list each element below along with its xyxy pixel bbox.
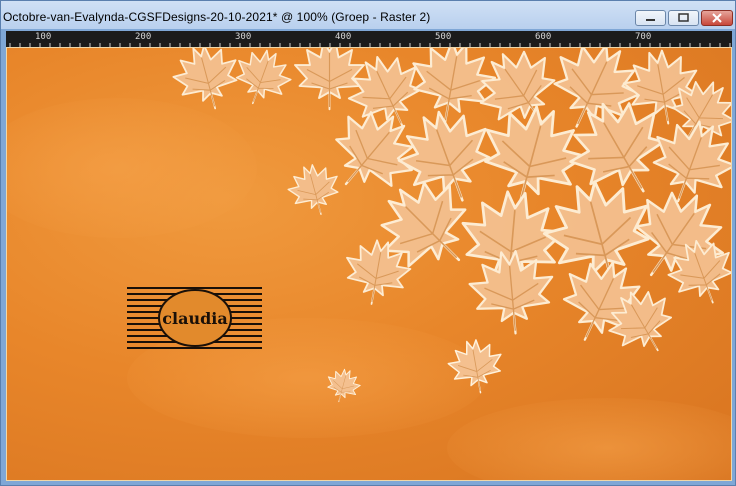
- maximize-icon: [678, 13, 689, 22]
- image-window: Octobre-van-Evalynda-CGSFDesigns-20-10-2…: [0, 0, 736, 486]
- watermark-text: claudia: [162, 309, 227, 328]
- close-icon: [712, 13, 722, 23]
- ruler-label-200: 200: [135, 32, 152, 42]
- image-canvas[interactable]: claudia: [6, 47, 732, 481]
- ruler-label-500: 500: [435, 32, 452, 42]
- ruler-label-700: 700: [635, 32, 652, 42]
- ruler-label-400: 400: [335, 32, 352, 42]
- title-bar[interactable]: Octobre-van-Evalynda-CGSFDesigns-20-10-2…: [1, 1, 735, 29]
- ruler-label-600: 600: [535, 32, 552, 42]
- canvas-artwork: claudia: [7, 48, 731, 480]
- ruler-ticks: [9, 43, 731, 47]
- window-title: Octobre-van-Evalynda-CGSFDesigns-20-10-2…: [3, 10, 431, 24]
- ruler-label-300: 300: [235, 32, 252, 42]
- minimize-button[interactable]: [635, 10, 666, 26]
- minimize-icon: [646, 19, 655, 21]
- horizontal-ruler[interactable]: 100 200 300 400 500 600 700: [6, 31, 732, 47]
- close-button[interactable]: [701, 10, 733, 26]
- ruler-label-100: 100: [35, 32, 52, 42]
- maximize-button[interactable]: [668, 10, 699, 26]
